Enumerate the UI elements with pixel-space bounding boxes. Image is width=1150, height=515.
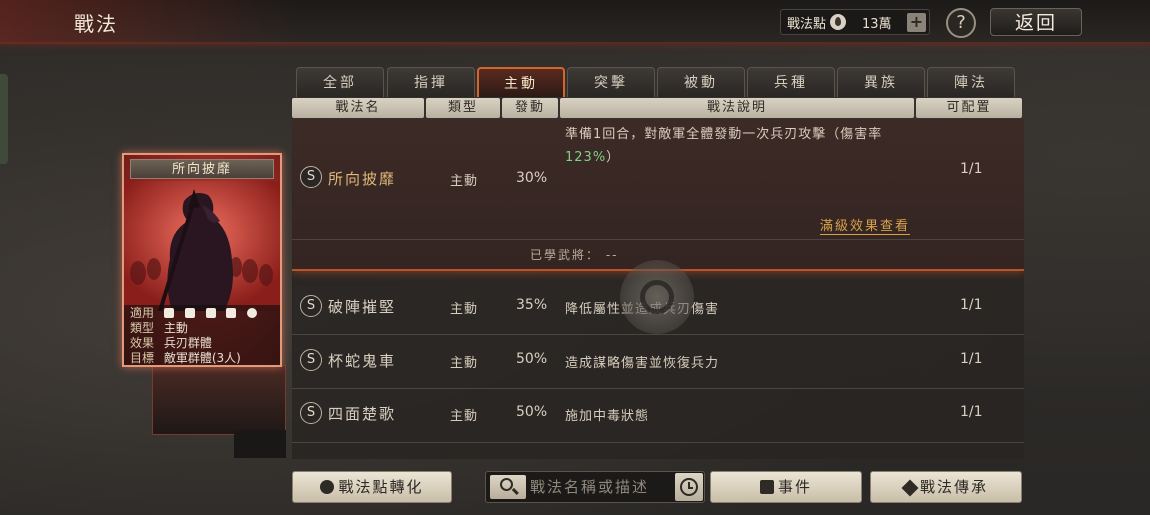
card-title: 所向披靡: [130, 159, 274, 179]
grade-badge: S: [300, 402, 322, 424]
card-info-target: 目標 敵軍群體(3人): [130, 351, 274, 365]
grade-badge: S: [300, 349, 322, 371]
clock-hand: [688, 487, 693, 489]
apply-key: 適用: [130, 306, 155, 320]
tab-command[interactable]: 指揮: [387, 67, 475, 97]
card-artwork: [124, 181, 280, 311]
book-icon: [759, 480, 774, 494]
inherit-tactic-label: 戰法傳承: [919, 478, 988, 496]
target-key: 目標: [130, 351, 155, 365]
side-drawer-handle[interactable]: [0, 74, 8, 164]
table-row[interactable]: S 杯蛇鬼車 主動 50% 造成謀略傷害並恢復兵力 1/1: [292, 334, 1024, 387]
floating-assist-button[interactable]: [620, 260, 694, 334]
add-points-button[interactable]: +: [907, 13, 926, 32]
effect-key: 效果: [130, 336, 155, 350]
column-header-type: 類型: [426, 98, 500, 118]
search-bar: [485, 471, 705, 503]
grade-badge: S: [300, 295, 322, 317]
back-button[interactable]: 返回: [990, 8, 1082, 36]
tab-active[interactable]: 主動: [477, 67, 565, 97]
bow-icon: [205, 308, 216, 318]
table-row-selected[interactable]: S 所向披靡 主動 30% 準備1回合，對敵軍全體發動一次兵刃攻擊（傷害率 123…: [292, 119, 1024, 271]
tactic-points-label: 戰法點: [787, 16, 827, 32]
tactic-description: 準備1回合，對敵軍全體發動一次兵刃攻擊（傷害率 123%）: [565, 123, 915, 169]
divider: [292, 442, 1024, 443]
wheel-icon: [247, 308, 258, 318]
tactic-card[interactable]: 所向披靡 適用 類型 主動 效果 兵刃群體 目標 敵軍群體(3人): [122, 153, 282, 367]
description-text: 準備1回合，對敵軍全體發動一次兵刃攻擊（傷害率: [565, 127, 883, 142]
tactic-type: 主動: [450, 302, 479, 317]
damage-rate-highlight: 123%: [565, 150, 607, 165]
column-header-name: 戰法名: [292, 98, 424, 118]
tab-passive[interactable]: 被動: [657, 67, 745, 97]
search-input[interactable]: [530, 475, 664, 499]
type-key: 類型: [130, 321, 155, 335]
full-level-effect-link[interactable]: 滿級效果查看: [820, 215, 911, 235]
tactic-slots: 1/1: [960, 297, 983, 313]
convert-points-label: 戰法點轉化: [338, 478, 424, 496]
top-bar: 戰法 戰法點 13萬 + ? 返回: [0, 0, 1150, 44]
table-row[interactable]: S 四面楚歌 主動 50% 施加中毒狀態 1/1: [292, 387, 1024, 440]
tab-troop-type[interactable]: 兵種: [747, 67, 835, 97]
learned-generals: 已學武將： --: [530, 246, 619, 263]
tactic-points-value: 13萬: [862, 16, 892, 32]
card-info-apply: 適用: [130, 306, 274, 321]
card-info-type: 類型 主動: [130, 321, 274, 336]
column-header-rate: 發動: [502, 98, 558, 118]
tactic-rate: 50%: [516, 404, 548, 420]
tactic-rate: 35%: [516, 297, 548, 313]
help-button[interactable]: ?: [946, 8, 976, 38]
card-info-effect: 效果 兵刃群體: [130, 336, 274, 351]
tab-all[interactable]: 全部: [296, 67, 384, 97]
cavalry-icon: [163, 308, 174, 318]
tab-foreign[interactable]: 異族: [837, 67, 925, 97]
card-stack-shadow: [234, 430, 286, 458]
page-title: 戰法: [74, 12, 118, 36]
category-tabs: 全部 指揮 主動 突擊 被動 兵種 異族 陣法: [296, 67, 1026, 97]
tactic-name: 破陣摧堅: [328, 298, 397, 316]
flame-icon: [830, 14, 847, 30]
tab-assault[interactable]: 突擊: [567, 67, 655, 97]
tactic-type: 主動: [450, 174, 479, 189]
inherit-tactic-button[interactable]: 戰法傳承: [870, 471, 1022, 503]
type-value: 主動: [163, 321, 188, 335]
history-button[interactable]: [675, 473, 703, 501]
tactic-type: 主動: [450, 409, 479, 424]
card-info-panel: 適用 類型 主動 效果 兵刃群體 目標 敵軍群體(3人): [124, 305, 280, 365]
description-text-end: ）: [606, 150, 621, 165]
column-header-description: 戰法說明: [560, 98, 914, 118]
hammer-icon: [901, 479, 919, 497]
effect-value: 兵刃群體: [163, 336, 212, 350]
tactic-points-display: 戰法點 13萬 +: [780, 9, 930, 35]
divider: [292, 239, 1024, 240]
spear-icon: [226, 308, 237, 318]
learned-label: 已學武將：: [530, 248, 601, 262]
tactic-slots: 1/1: [960, 351, 983, 367]
tactic-slots: 1/1: [960, 161, 983, 177]
flame-icon: [320, 480, 335, 494]
search-icon-handle: [512, 487, 519, 495]
shield-icon: [184, 308, 195, 318]
tactic-name: 杯蛇鬼車: [328, 352, 397, 370]
learned-value: --: [605, 248, 619, 262]
grade-badge: S: [300, 166, 322, 188]
column-header-slots: 可配置: [916, 98, 1022, 118]
assist-ring-icon: [640, 280, 674, 314]
event-label: 事件: [777, 478, 812, 496]
tactic-description: 施加中毒狀態: [565, 409, 650, 424]
top-bar-glow: [0, 0, 300, 44]
tactic-name: 所向披靡: [328, 170, 397, 188]
event-button[interactable]: 事件: [710, 471, 862, 503]
tactic-type: 主動: [450, 356, 479, 371]
convert-points-button[interactable]: 戰法點轉化: [292, 471, 452, 503]
target-value: 敵軍群體(3人): [163, 351, 241, 365]
tactic-rate: 30%: [516, 170, 548, 186]
tactic-name: 四面楚歌: [328, 405, 397, 423]
tactic-slots: 1/1: [960, 404, 983, 420]
card-stack-back: [152, 365, 286, 435]
tactic-description: 造成謀略傷害並恢復兵力: [565, 356, 720, 371]
tab-formation[interactable]: 陣法: [927, 67, 1015, 97]
tactic-rate: 50%: [516, 351, 548, 367]
search-button[interactable]: [490, 475, 526, 499]
